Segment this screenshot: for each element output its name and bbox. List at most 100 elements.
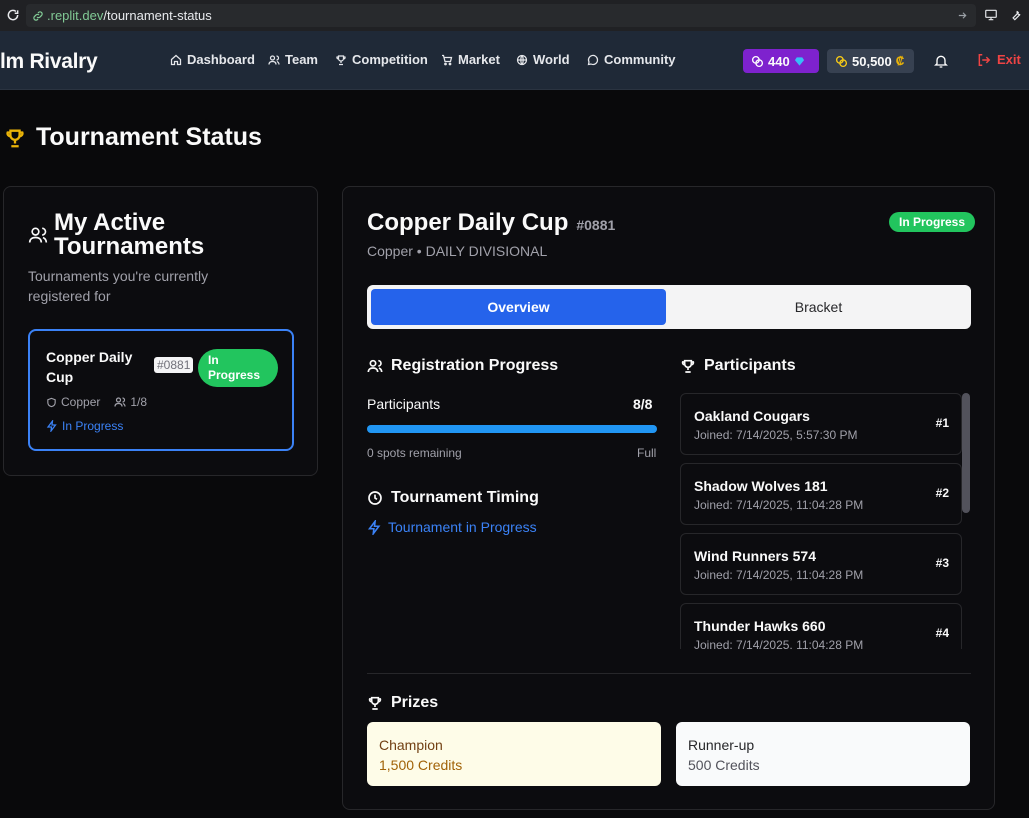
list-item[interactable]: Wind Runners 574 Joined: 7/14/2025, 11:0… [680,533,962,595]
participant-joined: Joined: 7/14/2025, 11:04:28 PM [694,568,864,582]
globe-icon [516,54,528,65]
registration-state: Full [637,446,657,460]
tournament-detail-card: Copper Daily Cup #0881 In Progress Coppe… [342,186,995,810]
tournament-card-status: In Progress [46,419,123,433]
active-tournaments-card: My Active Tournaments Tournaments you're… [3,186,318,476]
nav-dashboard-label: Dashboard [187,52,255,67]
gems-value: 440 [768,53,790,69]
list-item[interactable]: Oakland Cougars Joined: 7/14/2025, 5:57:… [680,393,962,455]
nav-team[interactable]: Team [268,52,318,67]
participant-rank: #3 [935,556,949,570]
participants-heading: Participants [680,357,796,375]
prize-runner-up-label: Runner-up [688,737,755,753]
participants-list[interactable]: Oakland Cougars Joined: 7/14/2025, 5:57:… [680,393,972,649]
nav-market-label: Market [458,52,500,67]
nav-team-label: Team [285,52,318,67]
exit-button[interactable]: Exit [977,52,1021,67]
url-path: /tournament-status [103,8,212,23]
nav-dashboard[interactable]: Dashboard [170,52,255,67]
active-tournaments-subtitle: Tournaments you're currently registered … [28,268,209,304]
browser-toolbar: .replit.dev/tournament-status [0,0,1029,31]
participants-count: 8/8 [633,396,653,412]
currency-icon: ₡ [895,54,905,68]
gems-icon [751,55,764,67]
chat-icon [587,54,599,65]
tournament-title-text: Copper Daily Cup [367,209,569,236]
app-navbar: lm Rivalry Dashboard Team Competition Ma… [0,31,1029,90]
prizes-heading-text: Prizes [391,694,439,711]
address-bar[interactable]: .replit.dev/tournament-status [26,4,976,27]
nav-market[interactable]: Market [441,52,500,67]
prize-champion-value: 1,500 Credits [379,757,463,773]
lightning-icon [367,519,381,535]
tournament-title: Copper Daily Cup #0881 [367,209,615,237]
coins-icon [835,55,848,67]
brand-logo[interactable]: lm Rivalry [0,50,98,74]
tab-overview[interactable]: Overview [371,289,666,325]
coins-value: 50,500 [852,53,892,69]
division-meta: Copper [46,395,100,409]
status-badge: In Progress [198,349,278,387]
participant-rank: #1 [935,416,949,430]
active-tournaments-title: My Active Tournaments [54,209,205,260]
page-title-text: Tournament Status [36,123,262,151]
logout-icon [978,53,991,66]
tournament-card-id: #0881 [154,357,194,373]
participant-name: Thunder Hawks 660 [694,618,826,634]
participant-name: Wind Runners 574 [694,548,817,564]
participant-rank: #4 [935,626,949,640]
link-icon [33,10,43,21]
trophy-icon [368,696,382,710]
users-icon [367,359,383,373]
participant-name: Oakland Cougars [694,408,810,424]
nav-community-label: Community [604,52,676,67]
registration-progress-fill [367,425,657,433]
divider [367,673,971,674]
timing-status-text: Tournament in Progress [388,519,537,535]
monitor-icon[interactable] [984,8,998,22]
diamond-icon [794,56,804,66]
participant-joined: Joined: 7/14/2025, 11:04:28 PM [694,638,864,649]
division-label: Copper [61,395,101,409]
prizes-heading: Prizes [367,694,438,712]
registration-heading-text: Registration Progress [391,357,559,374]
nav-community[interactable]: Community [587,52,676,67]
clock-icon [368,491,382,505]
prize-runner-up-value: 500 Credits [688,757,760,773]
coins-balance[interactable]: 50,500 ₡ [827,49,914,73]
tournament-card[interactable]: Copper Daily Cup #0881 In Progress Coppe… [28,329,294,451]
list-item[interactable]: Shadow Wolves 181 Joined: 7/14/2025, 11:… [680,463,962,525]
participants-scrollbar[interactable] [962,393,970,513]
registration-progress-bar [367,425,657,433]
home-icon [170,54,182,65]
users-icon [114,397,126,407]
tournament-card-name: Copper Daily Cup [46,349,133,385]
list-item[interactable]: Thunder Hawks 660 Joined: 7/14/2025, 11:… [680,603,962,649]
participant-name: Shadow Wolves 181 [694,478,828,494]
exit-label: Exit [997,52,1021,67]
tournament-id: #0881 [576,217,616,233]
tab-bar: Overview Bracket [367,285,971,329]
count-meta: 1/8 [114,395,147,409]
nav-world[interactable]: World [516,52,570,67]
status-label: In Progress [62,419,124,433]
reload-icon[interactable] [6,8,20,22]
timing-status: Tournament in Progress [367,519,537,535]
timing-heading-text: Tournament Timing [391,489,539,506]
participant-rank: #2 [935,486,949,500]
trophy-icon [6,129,24,147]
tab-bracket[interactable]: Bracket [670,289,967,325]
users-icon [268,54,280,65]
go-arrow-icon[interactable] [957,10,968,21]
nav-competition[interactable]: Competition [335,52,428,67]
gems-balance[interactable]: 440 [743,49,819,73]
participants-label: Participants [367,396,441,412]
registration-heading: Registration Progress [367,357,558,375]
prize-champion: Champion 1,500 Credits [367,722,661,786]
status-badge: In Progress [889,212,976,232]
bell-icon[interactable] [933,53,949,69]
tournament-subtitle: Copper • DAILY DIVISIONAL [367,243,548,259]
prize-runner-up: Runner-up 500 Credits [676,722,970,786]
users-icon [28,227,48,243]
wrench-icon[interactable] [1009,8,1023,22]
